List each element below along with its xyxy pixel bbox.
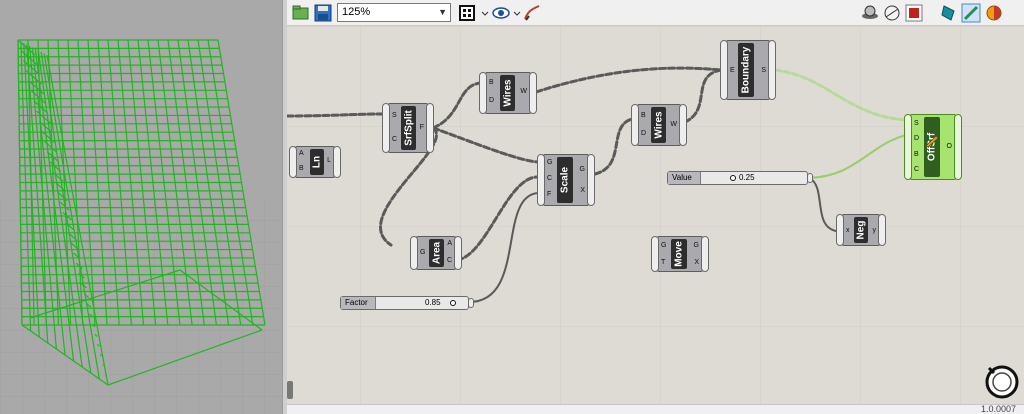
input-b[interactable]: B xyxy=(914,150,919,159)
preview-icon[interactable] xyxy=(860,3,880,23)
output-l[interactable]: L xyxy=(327,156,331,165)
component-name: Wires xyxy=(653,111,664,139)
component-name: Move xyxy=(673,241,685,267)
status-bar: 1.0.0007 xyxy=(287,404,1024,414)
output-x[interactable]: X xyxy=(694,258,699,267)
input-t[interactable]: T xyxy=(661,258,665,267)
input-f[interactable]: F xyxy=(547,190,551,199)
input-g[interactable]: G xyxy=(420,248,425,257)
output-a[interactable]: A xyxy=(447,239,452,248)
material-icon[interactable] xyxy=(984,3,1004,23)
input-g[interactable]: G xyxy=(547,158,552,167)
component-name: Scale xyxy=(559,166,571,194)
canvas-scroll-tab[interactable] xyxy=(287,381,293,399)
pencil-icon xyxy=(925,135,939,148)
output-y[interactable]: y xyxy=(873,226,877,235)
slider-knob[interactable] xyxy=(450,300,456,306)
component-name: Boundary xyxy=(740,46,752,94)
scale-component[interactable]: G C F G X Scale xyxy=(537,154,595,206)
eye-icon[interactable] xyxy=(491,3,511,23)
slider-label: Factor xyxy=(341,297,376,309)
output-c[interactable]: C xyxy=(447,256,452,265)
construction-plane xyxy=(0,200,282,414)
output-x[interactable]: X xyxy=(580,186,585,195)
viewport-scene xyxy=(0,39,282,414)
output-w[interactable]: W xyxy=(670,120,677,129)
wires-component[interactable]: B D W Wires xyxy=(479,72,537,114)
output-s[interactable]: S xyxy=(761,66,766,75)
input-d[interactable]: D xyxy=(489,96,494,105)
line-component[interactable]: A B L Ln xyxy=(289,146,341,178)
output-f[interactable]: F xyxy=(420,123,424,132)
input-x[interactable]: x xyxy=(846,226,850,235)
chevron-down-icon: ▼ xyxy=(438,7,447,17)
bake-icon[interactable] xyxy=(904,3,924,23)
chevron-down-icon[interactable] xyxy=(481,3,489,23)
wires-component[interactable]: B D W Wires xyxy=(631,104,687,146)
move-component[interactable]: G T G X Move xyxy=(651,236,709,272)
boundary-component[interactable]: E S Boundary xyxy=(720,40,776,100)
srfsplit-component[interactable]: S C F SrfSplit xyxy=(382,103,434,153)
output-o[interactable]: O xyxy=(947,142,952,151)
input-d[interactable]: D xyxy=(641,129,646,138)
output-g[interactable]: G xyxy=(694,241,699,250)
zoom-dial-icon[interactable] xyxy=(984,364,1020,400)
rhino-viewport[interactable] xyxy=(0,0,282,414)
offset-surface-component[interactable]: S D B C O OffSrf xyxy=(904,114,962,180)
slider-value: 0.85 xyxy=(425,298,441,307)
input-c[interactable]: C xyxy=(392,135,397,144)
wire-preview-icon[interactable] xyxy=(882,3,902,23)
shaded-preview-icon[interactable] xyxy=(961,3,981,23)
component-name: Ln xyxy=(311,155,323,169)
negative-component[interactable]: x y Neg xyxy=(836,214,886,246)
zoom-select[interactable]: 125% ▼ xyxy=(337,3,451,22)
sketch-icon[interactable] xyxy=(522,3,542,23)
canvas-background xyxy=(287,26,1024,404)
input-g[interactable]: G xyxy=(661,241,666,250)
input-c[interactable]: C xyxy=(547,174,552,183)
fit-view-icon[interactable] xyxy=(457,3,477,23)
factor-slider[interactable]: Factor 0.85 xyxy=(340,296,474,310)
version-text: 1.0.0007 xyxy=(980,404,1016,414)
selected-preview-icon[interactable] xyxy=(939,3,959,23)
output-g[interactable]: G xyxy=(580,165,585,174)
area-component[interactable]: G A C Area xyxy=(410,236,462,270)
open-file-icon[interactable] xyxy=(291,3,311,23)
component-name: Wires xyxy=(502,79,513,107)
component-name: Neg xyxy=(855,220,867,240)
grasshopper-canvas[interactable]: A B L Ln S C F SrfSplit B D W Wires G A … xyxy=(287,26,1024,404)
save-icon[interactable] xyxy=(313,3,333,23)
zoom-value: 125% xyxy=(342,6,371,18)
value-slider[interactable]: Value 0.25 xyxy=(667,171,813,185)
slider-value: 0.25 xyxy=(739,173,755,182)
input-b[interactable]: B xyxy=(641,111,646,120)
output-w[interactable]: W xyxy=(520,87,527,96)
chevron-down-icon[interactable] xyxy=(513,3,521,23)
input-s[interactable]: S xyxy=(392,111,397,120)
input-e[interactable]: E xyxy=(730,66,735,75)
input-b[interactable]: B xyxy=(489,78,494,87)
slider-label: Value xyxy=(668,172,701,184)
slider-knob[interactable] xyxy=(730,175,736,181)
input-b[interactable]: B xyxy=(299,164,304,173)
input-s[interactable]: S xyxy=(914,119,919,128)
input-a[interactable]: A xyxy=(299,149,304,158)
component-name: SrfSplit xyxy=(403,110,414,146)
input-d[interactable]: D xyxy=(914,134,919,143)
input-c[interactable]: C xyxy=(914,165,919,174)
canvas-toolbar: 125% ▼ xyxy=(287,0,1024,26)
component-name: Area xyxy=(431,241,442,265)
